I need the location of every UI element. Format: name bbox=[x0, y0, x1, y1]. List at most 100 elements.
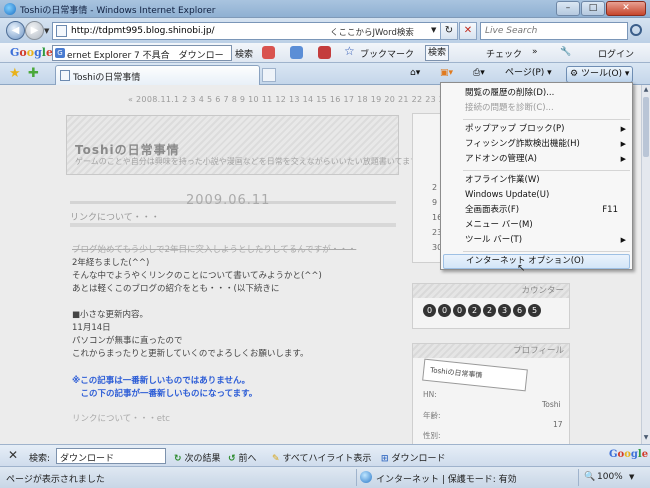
continue-link[interactable]: リンクについて・・・etc bbox=[72, 412, 170, 424]
check-button[interactable]: チェック bbox=[486, 47, 522, 60]
menu-item-addons[interactable]: アドオンの管理(A) ▶ bbox=[441, 152, 632, 167]
menu-item-popup-blocker[interactable]: ポップアップ ブロック(P) ▶ bbox=[441, 122, 632, 137]
back-button[interactable]: ◀ bbox=[6, 21, 25, 40]
new-tab-button[interactable] bbox=[262, 68, 276, 82]
address-dropdown-icon[interactable]: ▼ bbox=[431, 26, 436, 34]
profile-banner-text: Toshiの日常事情 bbox=[429, 366, 483, 380]
post-line: 11月14日 bbox=[72, 323, 111, 333]
search-button[interactable]: 検索 bbox=[425, 45, 450, 61]
star-icon[interactable]: ☆ bbox=[344, 44, 355, 58]
profile-banner[interactable]: Toshiの日常事情 bbox=[422, 358, 528, 392]
menu-item-delete-history[interactable]: 閲覧の履歴の削除(D)... bbox=[441, 86, 632, 101]
menu-item-windows-update[interactable]: Windows Update(U) bbox=[441, 188, 632, 203]
menu-item-diagnose: 接続の問題を診断(C)... bbox=[465, 103, 554, 113]
submenu-arrow-icon: ▶ bbox=[620, 125, 626, 133]
tab-toshi[interactable]: Toshiの日常事情 bbox=[55, 65, 260, 85]
post-line: そんな中でようやくリンクのことについて書いてみようかと(^^) bbox=[72, 271, 322, 281]
post-title[interactable]: リンクについて・・・ bbox=[70, 210, 160, 223]
add-favorite-icon[interactable]: ✚ bbox=[28, 66, 39, 81]
age-value: 17 bbox=[553, 420, 563, 429]
jword-search-text: くここからJWord検索 bbox=[330, 28, 414, 38]
address-field[interactable]: http://tdpmt995.blog.shinobi.jp/ くここからJW… bbox=[52, 22, 457, 40]
post-line: パソコンが無事に直ったので bbox=[72, 336, 183, 346]
refresh-icon[interactable]: ↻ bbox=[440, 22, 458, 40]
scroll-down-icon[interactable]: ▼ bbox=[642, 434, 650, 443]
address-toolbar: ◀ ▶ ▼ http://tdpmt995.blog.shinobi.jp/ く… bbox=[0, 18, 650, 43]
post-line: ブログ始めてもう少しで2年目に突入しようとしたりしてるんですが・・・ bbox=[72, 245, 357, 255]
notice-line: ※この記事は一番新しいものではありません。 bbox=[72, 376, 251, 386]
find-input[interactable]: ダウンロード bbox=[56, 448, 166, 464]
menu-item-fullscreen[interactable]: 全画面表示(F) F11 bbox=[441, 203, 632, 218]
divider bbox=[578, 469, 579, 486]
google-logo[interactable]: Google bbox=[10, 46, 53, 59]
status-text: ページが表示されました bbox=[6, 475, 105, 485]
post-line: これからまったりと更新していくのでよろしくお願いします。 bbox=[72, 349, 309, 359]
scroll-up-icon[interactable]: ▲ bbox=[642, 86, 650, 95]
tools-menu-button[interactable]: ⚙ ツール(O) ▾ bbox=[566, 66, 634, 83]
submenu-arrow-icon: ▶ bbox=[620, 236, 626, 244]
stop-icon[interactable]: ✕ bbox=[459, 22, 477, 40]
search-icon[interactable] bbox=[630, 24, 642, 36]
google-search-button[interactable]: 検索 bbox=[235, 47, 253, 60]
plus-icon[interactable] bbox=[290, 46, 303, 59]
favorites-center-icon[interactable]: ★ bbox=[9, 66, 21, 81]
menu-item-internet-options[interactable]: インターネット オプション(O) bbox=[443, 254, 630, 269]
print-icon[interactable]: ⎙▾ bbox=[470, 66, 488, 83]
blocked-icon[interactable] bbox=[318, 46, 331, 59]
post-line: 2年経ちました(^^) bbox=[72, 258, 150, 268]
highlight-all-button[interactable]: ✎ すべてハイライト表示 bbox=[272, 451, 371, 464]
minimize-button[interactable]: – bbox=[556, 1, 580, 16]
date-navigation[interactable]: « 2008.11.1 2 3 4 5 6 7 8 9 10 11 12 13 … bbox=[128, 95, 463, 104]
zone-text[interactable]: インターネット | 保護モード: 有効 bbox=[376, 472, 517, 485]
menu-separator bbox=[463, 170, 630, 171]
find-prev-button[interactable]: ↺ 前へ bbox=[228, 451, 257, 464]
forward-button[interactable]: ▶ bbox=[25, 21, 44, 40]
calendar-day[interactable]: 2 bbox=[432, 183, 437, 192]
menu-separator bbox=[463, 119, 630, 120]
home-icon[interactable]: ⌂▾ bbox=[407, 66, 423, 83]
counter-digit: 2 bbox=[468, 304, 481, 317]
wrench-icon[interactable]: 🔧 bbox=[560, 47, 571, 57]
login-button[interactable]: ログイン bbox=[598, 47, 634, 60]
more-chevron-icon[interactable]: » bbox=[532, 47, 538, 57]
live-search-input[interactable]: Live Search bbox=[480, 22, 628, 40]
gmail-icon[interactable] bbox=[262, 46, 275, 59]
submenu-arrow-icon: ▶ bbox=[620, 140, 626, 148]
page-menu-button[interactable]: ページ(P) ▾ bbox=[502, 66, 555, 83]
find-next-button[interactable]: ↻ 次の結果 bbox=[174, 451, 221, 464]
hn-label: HN: bbox=[423, 390, 437, 399]
counter-digit: 0 bbox=[453, 304, 466, 317]
calendar-day[interactable]: 9 bbox=[432, 198, 437, 207]
page-icon bbox=[60, 70, 70, 81]
menu-item-menubar[interactable]: メニュー バー(M) bbox=[441, 218, 632, 233]
recent-pages-dropdown-icon[interactable]: ▼ bbox=[44, 27, 49, 35]
shortcut-text: F11 bbox=[602, 205, 618, 215]
scroll-thumb[interactable] bbox=[643, 97, 649, 157]
close-find-icon[interactable]: ✕ bbox=[8, 448, 18, 462]
divider bbox=[356, 469, 357, 486]
menu-item-offline[interactable]: オフライン作業(W) bbox=[441, 173, 632, 188]
menu-item-toolbars[interactable]: ツール バー(T) ▶ bbox=[441, 233, 632, 248]
internet-zone-icon bbox=[360, 471, 372, 483]
maximize-button[interactable]: □ bbox=[581, 1, 605, 16]
divider bbox=[70, 223, 396, 227]
vertical-scrollbar[interactable]: ▲ ▼ bbox=[641, 85, 650, 444]
google-toolbar: Google G ernet Explorer 7 不具合 ダウンロード 検索 … bbox=[0, 43, 650, 74]
counter-digit: 5 bbox=[528, 304, 541, 317]
window-title: Toshiの日常事情 - Windows Internet Explorer bbox=[20, 6, 216, 16]
close-button[interactable]: ✕ bbox=[606, 1, 646, 16]
url-text: http://tdpmt995.blog.shinobi.jp/ bbox=[71, 26, 215, 36]
blog-subtitle: ゲームのことや自分は興味を持った小説や漫画などを日常を交えながらいいたい放題書い… bbox=[75, 157, 419, 166]
counter-digit: 6 bbox=[513, 304, 526, 317]
zoom-level[interactable]: 100% bbox=[597, 472, 623, 482]
zoom-dropdown-icon[interactable]: ▼ bbox=[629, 473, 634, 481]
bookmarks-button[interactable]: ブックマーク bbox=[360, 47, 414, 60]
counter-digit: 3 bbox=[498, 304, 511, 317]
feeds-icon[interactable]: ▣▾ bbox=[437, 66, 456, 83]
menu-item-phishing-filter[interactable]: フィッシング詐欺検出機能(H) ▶ bbox=[441, 137, 632, 152]
post-line: あとは軽くこのブログの紹介をとも・・・(以下続きに bbox=[72, 284, 280, 294]
tools-dropdown-menu: 閲覧の履歴の削除(D)... 接続の問題を診断(C)... ポップアップ ブロッ… bbox=[440, 82, 633, 274]
zoom-icon[interactable]: 🔍 bbox=[584, 472, 595, 482]
download-button[interactable]: ⊞ ダウンロード bbox=[381, 451, 446, 464]
google-search-input[interactable]: G ernet Explorer 7 不具合 ダウンロード bbox=[52, 45, 232, 74]
